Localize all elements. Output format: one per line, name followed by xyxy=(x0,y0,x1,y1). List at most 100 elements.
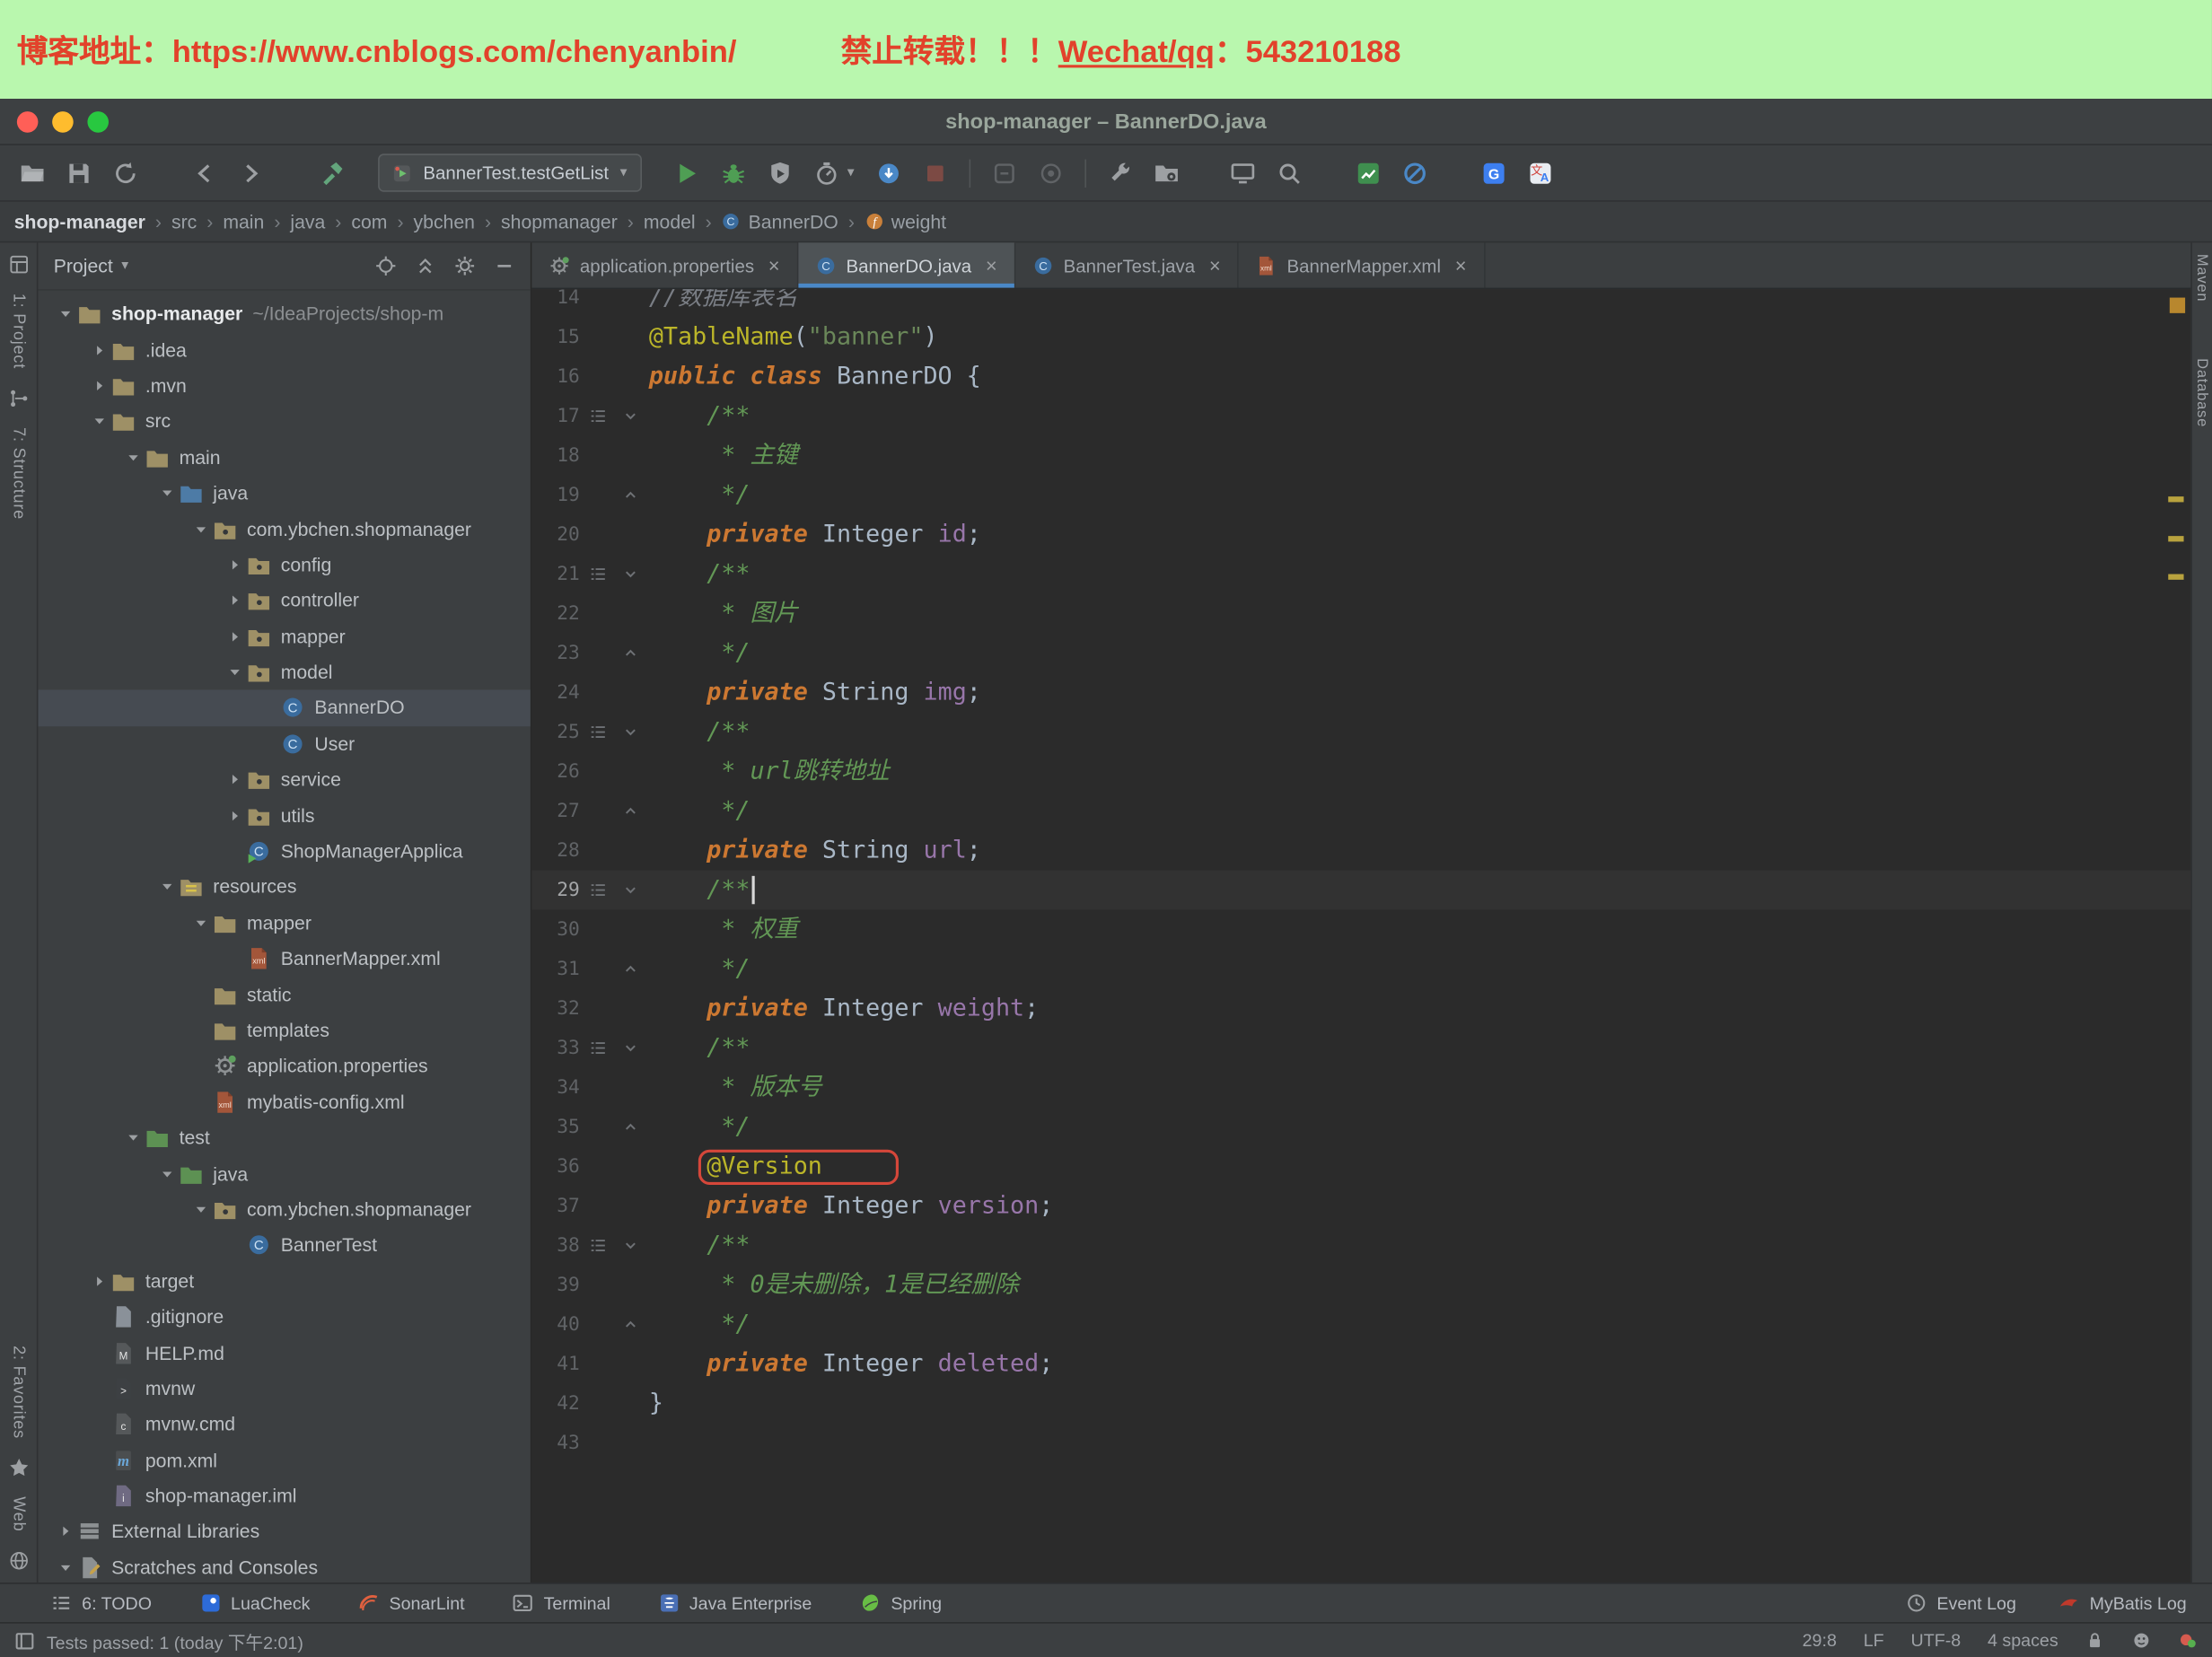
chevron-down-icon[interactable] xyxy=(86,414,111,429)
code-line[interactable]: 19 */ xyxy=(531,476,2190,515)
tree-item-static[interactable]: static xyxy=(38,977,530,1013)
line-number[interactable]: 42 xyxy=(535,1392,580,1415)
warning-stripe-mark[interactable] xyxy=(2168,574,2184,580)
chevron-down-icon[interactable] xyxy=(154,880,179,895)
tree-item-user[interactable]: C User xyxy=(38,726,530,762)
tree-item-src[interactable]: src xyxy=(38,404,530,440)
breadcrumb-item-src[interactable]: src xyxy=(171,211,197,232)
line-number[interactable]: 33 xyxy=(535,1037,580,1059)
breadcrumb-item-bannerdo[interactable]: C BannerDO xyxy=(722,211,838,232)
tree-item-mvn[interactable]: .mvn xyxy=(38,368,530,404)
chevron-down-icon[interactable] xyxy=(52,306,77,321)
tree-item-com-ybchen-shopmanager[interactable]: com.ybchen.shopmanager xyxy=(38,511,530,547)
line-number[interactable]: 18 xyxy=(535,444,580,467)
chevron-down-icon[interactable] xyxy=(120,450,145,465)
code-line[interactable]: 32 private Integer weight; xyxy=(531,989,2190,1029)
fold-down-icon[interactable] xyxy=(622,1039,639,1056)
line-number[interactable]: 16 xyxy=(535,365,580,388)
code-line[interactable]: 34 * 版本号 xyxy=(531,1068,2190,1108)
fold-up-icon[interactable] xyxy=(622,1118,639,1135)
toolwindows-toggle-icon[interactable] xyxy=(14,1630,36,1652)
statusbar-button-mybatis-log[interactable]: MyBatis Log xyxy=(2058,1592,2187,1614)
tree-item-mapper[interactable]: mapper xyxy=(38,905,530,941)
breadcrumb-item-main[interactable]: main xyxy=(223,211,264,232)
tree-item-bannerdo[interactable]: C BannerDO xyxy=(38,689,531,726)
code-line[interactable]: 36 @Version xyxy=(531,1147,2190,1187)
fold-up-icon[interactable] xyxy=(622,1316,639,1333)
code-line[interactable]: 15 @TableName("banner") xyxy=(531,318,2190,357)
code-line[interactable]: 42} xyxy=(531,1384,2190,1424)
line-number[interactable]: 28 xyxy=(535,839,580,862)
tool-window-button-7-structure[interactable]: 7: Structure xyxy=(10,426,27,519)
highlighting-level-icon[interactable] xyxy=(2131,1631,2151,1651)
chevron-down-icon[interactable] xyxy=(154,486,179,501)
statusbar-button-sonarlint[interactable]: SonarLint xyxy=(358,1592,465,1614)
lock-icon[interactable] xyxy=(2085,1631,2105,1651)
warning-stripe-mark[interactable] xyxy=(2168,536,2184,541)
code-line[interactable]: 26 * url跳转地址 xyxy=(531,752,2190,792)
code-line[interactable]: 17 /** xyxy=(531,397,2190,436)
code-line[interactable]: 18 * 主键 xyxy=(531,436,2190,476)
stop-icon[interactable] xyxy=(922,160,947,185)
line-number[interactable]: 32 xyxy=(535,997,580,1020)
chevron-right-icon[interactable] xyxy=(222,557,247,573)
debug-icon[interactable] xyxy=(720,160,745,185)
line-number[interactable]: 21 xyxy=(535,563,580,585)
code-line[interactable]: 31 */ xyxy=(531,950,2190,989)
code-line[interactable]: 28 private String url; xyxy=(531,831,2190,871)
tree-item-test[interactable]: test xyxy=(38,1120,530,1156)
tree-item-application-properties[interactable]: application.properties xyxy=(38,1048,530,1084)
line-number[interactable]: 31 xyxy=(535,958,580,980)
notification-icon[interactable] xyxy=(2178,1631,2198,1651)
tree-item-idea[interactable]: .idea xyxy=(38,332,530,368)
code-line[interactable]: 21 /** xyxy=(531,555,2190,594)
breadcrumb-item-com[interactable]: com xyxy=(351,211,387,232)
fold-up-icon[interactable] xyxy=(622,487,639,504)
statusbar-button-6-todo[interactable]: 6: TODO xyxy=(51,1592,152,1614)
code-line[interactable]: 23 */ xyxy=(531,634,2190,673)
fold-down-icon[interactable] xyxy=(622,723,639,741)
line-number[interactable]: 20 xyxy=(535,523,580,546)
chevron-right-icon[interactable] xyxy=(86,1274,111,1289)
minimize-button[interactable] xyxy=(52,110,74,132)
doc-gutter-icon[interactable] xyxy=(588,881,608,900)
translate-icon[interactable]: 文A xyxy=(1527,160,1552,185)
collapse-all-icon[interactable] xyxy=(415,255,436,276)
profiler-icon[interactable] xyxy=(813,160,838,185)
breadcrumb-item-model[interactable]: model xyxy=(644,211,696,232)
doc-gutter-icon[interactable] xyxy=(588,723,608,742)
chevron-right-icon[interactable] xyxy=(86,342,111,357)
chevron-down-icon[interactable] xyxy=(188,1202,213,1217)
line-number[interactable]: 43 xyxy=(535,1432,580,1454)
statusbar-button-luacheck[interactable]: LuaCheck xyxy=(199,1592,310,1614)
chevron-right-icon[interactable] xyxy=(222,772,247,787)
back-icon[interactable] xyxy=(192,160,217,185)
fold-up-icon[interactable] xyxy=(622,802,639,820)
tab-application-properties[interactable]: application.properties × xyxy=(531,242,799,288)
remote-monitor-icon[interactable] xyxy=(1230,160,1255,185)
tool-window-button-web[interactable]: Web xyxy=(10,1496,27,1531)
statusbar-button-java-enterprise[interactable]: Java Enterprise xyxy=(658,1592,812,1614)
tree-item-service[interactable]: service xyxy=(38,762,530,798)
close-tab-icon[interactable]: × xyxy=(768,254,780,276)
chevron-down-icon[interactable] xyxy=(188,522,213,537)
chevron-right-icon[interactable] xyxy=(222,628,247,644)
tool-window-button-database[interactable]: Database xyxy=(2194,358,2211,427)
chevron-right-icon[interactable] xyxy=(222,808,247,823)
doc-gutter-icon[interactable] xyxy=(588,407,608,426)
sync-icon[interactable] xyxy=(113,160,138,185)
tree-item-scratches-and-consoles[interactable]: Scratches and Consoles xyxy=(38,1549,530,1582)
code-line[interactable]: 14 //数据库表名 xyxy=(531,289,2190,317)
fold-down-icon[interactable] xyxy=(622,881,639,899)
code-line[interactable]: 43 xyxy=(531,1424,2190,1463)
line-number[interactable]: 30 xyxy=(535,918,580,941)
doc-gutter-icon[interactable] xyxy=(588,1039,608,1058)
tree-item-config[interactable]: config xyxy=(38,547,530,583)
tree-item-external-libraries[interactable]: External Libraries xyxy=(38,1514,530,1550)
chevron-down-icon[interactable] xyxy=(188,916,213,931)
tab-bannerdo-java[interactable]: C BannerDO.java × xyxy=(798,242,1016,288)
tree-item-bannermapper-xml[interactable]: xml BannerMapper.xml xyxy=(38,941,530,977)
project-tool-icon[interactable] xyxy=(8,254,30,276)
statusbar-button-terminal[interactable]: Terminal xyxy=(513,1592,610,1614)
search-icon[interactable] xyxy=(1276,160,1301,185)
